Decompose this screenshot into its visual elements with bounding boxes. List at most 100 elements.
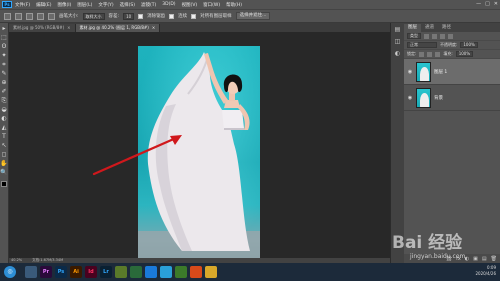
menu-view[interactable]: 视图(V): [182, 2, 198, 8]
close-tab-icon[interactable]: ×: [67, 25, 70, 30]
add-selection-button[interactable]: [26, 12, 33, 20]
sample-size-select[interactable]: 取样大小: [82, 12, 105, 20]
lock-all-icon[interactable]: [435, 51, 441, 57]
tab-paths[interactable]: 路径: [438, 24, 455, 32]
close-tab-icon[interactable]: ×: [152, 25, 155, 30]
taskbar-app-11-icon[interactable]: [190, 266, 202, 278]
taskbar-app-10-icon[interactable]: [175, 266, 187, 278]
tolerance-label: 容差:: [108, 14, 120, 19]
lock-position-icon[interactable]: [427, 51, 433, 57]
taskbar-app-7-icon[interactable]: [130, 266, 142, 278]
taskbar-apps: Pr Ps Ai Id Lr: [25, 266, 217, 278]
opacity-input[interactable]: 100%: [460, 42, 478, 48]
magic-wand-tool-icon[interactable]: ✦: [0, 52, 8, 60]
select-and-mask-button[interactable]: 选择并遮住...: [235, 12, 271, 20]
canvas-area[interactable]: [10, 32, 390, 258]
rectangle-tool-icon[interactable]: ◻: [0, 151, 8, 159]
layer-name: 背景: [434, 95, 443, 101]
move-tool-icon[interactable]: ▸: [0, 25, 8, 33]
shape-filter-icon[interactable]: [448, 33, 453, 39]
taskbar-app-6-icon[interactable]: [115, 266, 127, 278]
menu-layer[interactable]: 图层(L): [77, 2, 92, 8]
close-button[interactable]: ✕: [494, 1, 498, 7]
start-button[interactable]: ◎: [4, 266, 16, 278]
antialias-checkbox[interactable]: [138, 13, 144, 19]
history-brush-tool-icon[interactable]: ◒: [0, 106, 8, 114]
layer-row-layer-1[interactable]: ◉ 图层 1: [404, 59, 500, 85]
menu-3d[interactable]: 3D(D): [162, 2, 175, 7]
gradient-tool-icon[interactable]: ◭: [0, 124, 8, 132]
taskbar-app-9-icon[interactable]: [160, 266, 172, 278]
eraser-tool-icon[interactable]: ◐: [0, 115, 8, 123]
intersect-selection-button[interactable]: [48, 12, 55, 20]
tolerance-input[interactable]: 10: [123, 12, 135, 20]
fill-input[interactable]: 100%: [455, 51, 474, 57]
taskbar-app-2-icon[interactable]: Ps: [55, 266, 67, 278]
taskbar-app-0-icon[interactable]: [25, 266, 37, 278]
tab-document-1[interactable]: 素材.jpg @ 50% (RGB/8#) ×: [9, 24, 76, 32]
marquee-tool-icon[interactable]: ⬚: [0, 34, 8, 42]
type-filter-icon[interactable]: [440, 33, 445, 39]
tool-preset-button[interactable]: [4, 12, 11, 20]
pixel-filter-icon[interactable]: [424, 33, 429, 39]
menu-select[interactable]: 选择(S): [120, 2, 135, 8]
properties-panel-icon[interactable]: ◫: [394, 38, 402, 46]
layer-name: 图层 1: [434, 69, 448, 75]
delete-layer-icon[interactable]: 🗑: [491, 256, 497, 262]
opacity-label: 不透明度:: [440, 42, 458, 47]
all-layers-label: 对所有图层取样: [200, 14, 232, 19]
tab-channels[interactable]: 通道: [421, 24, 438, 32]
red-arrow-annotation: [92, 135, 182, 176]
menu-image[interactable]: 图像(I): [57, 2, 71, 8]
new-layer-icon[interactable]: ▤: [482, 256, 487, 262]
foreground-color-swatch[interactable]: [0, 181, 7, 187]
color-swatches[interactable]: [0, 180, 9, 192]
history-panel-icon[interactable]: ▤: [394, 26, 402, 34]
layer-row-background[interactable]: ◉ 背景: [404, 85, 500, 111]
all-layers-checkbox[interactable]: [191, 13, 197, 19]
antialias-label: 消除锯齿: [147, 14, 166, 19]
menu-edit[interactable]: 编辑(E): [36, 2, 51, 8]
system-tray-clock[interactable]: 0:09 2020/4/26: [475, 265, 496, 277]
watermark-url: jingyan.baidu.com: [410, 253, 466, 260]
lasso-tool-icon[interactable]: ʘ: [0, 43, 8, 51]
layer-kind-filter[interactable]: 类型: [407, 33, 421, 39]
brush-tool-icon[interactable]: ✐: [0, 88, 8, 96]
menu-help[interactable]: 帮助(H): [226, 2, 242, 8]
adjustment-filter-icon[interactable]: [432, 33, 437, 39]
tab-layers[interactable]: 图层: [404, 24, 421, 32]
taskbar-app-1-icon[interactable]: Pr: [40, 266, 52, 278]
taskbar-app-8-icon[interactable]: [145, 266, 157, 278]
fill-label: 填充:: [443, 51, 453, 56]
menu-type[interactable]: 文字(Y): [98, 2, 113, 8]
contiguous-checkbox[interactable]: [169, 13, 175, 19]
hand-tool-icon[interactable]: ✋: [0, 160, 8, 168]
minimize-button[interactable]: —: [476, 1, 481, 7]
taskbar-app-4-icon[interactable]: Id: [85, 266, 97, 278]
menu-file[interactable]: 文件(F): [15, 2, 30, 8]
blend-mode-select[interactable]: 正常: [407, 42, 437, 48]
layer-thumbnail: [416, 61, 431, 82]
taskbar-app-3-icon[interactable]: Ai: [70, 266, 82, 278]
menu-window[interactable]: 窗口(W): [203, 2, 220, 8]
menu-filter[interactable]: 滤镜(T): [141, 2, 156, 8]
visibility-eye-icon[interactable]: ◉: [407, 69, 413, 75]
path-selection-tool-icon[interactable]: ↖: [0, 142, 8, 150]
zoom-tool-icon[interactable]: 🔍: [0, 169, 8, 177]
taskbar-app-5-icon[interactable]: Lr: [100, 266, 112, 278]
lock-pixels-icon[interactable]: [419, 51, 425, 57]
watermark-logo: Bai 经验: [392, 233, 463, 253]
tab-document-2[interactable]: 素材.jpg @ 40.2% (图层 1, RGB/8#) ×: [75, 24, 161, 32]
healing-brush-tool-icon[interactable]: ⊕: [0, 79, 8, 87]
crop-tool-icon[interactable]: ⌗: [0, 61, 8, 69]
visibility-eye-icon[interactable]: ◉: [407, 95, 413, 101]
clone-stamp-tool-icon[interactable]: ⎘: [0, 97, 8, 105]
type-tool-icon[interactable]: T: [0, 133, 8, 141]
new-selection-button[interactable]: [15, 12, 22, 20]
maximize-button[interactable]: □: [485, 1, 490, 7]
adjustments-panel-icon[interactable]: ◐: [394, 50, 402, 58]
subtract-selection-button[interactable]: [37, 12, 44, 20]
windows-taskbar: ◎ Pr Ps Ai Id Lr 0:09 2020/4/26: [0, 263, 500, 281]
taskbar-app-12-icon[interactable]: [205, 266, 217, 278]
eyedropper-tool-icon[interactable]: ✎: [0, 70, 8, 78]
